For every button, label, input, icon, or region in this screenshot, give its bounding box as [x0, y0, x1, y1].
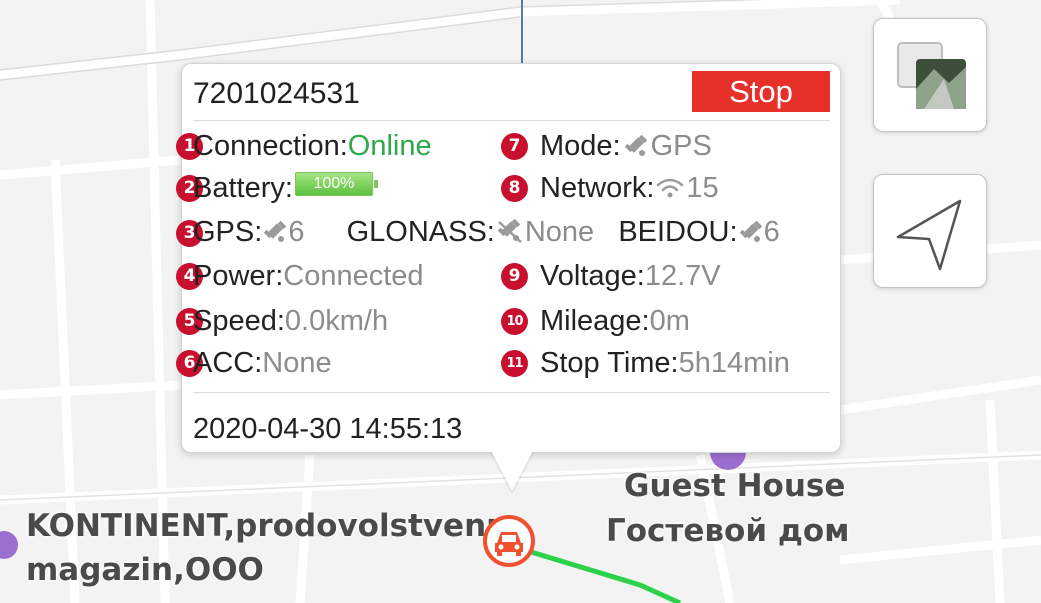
battery-label: Battery: — [193, 172, 293, 204]
stop-time-row: Stop Time:5h14min — [540, 346, 790, 380]
power-value: Connected — [283, 260, 424, 292]
navigate-arrow-icon — [896, 199, 962, 271]
layers-button[interactable] — [873, 18, 987, 132]
layers-icon — [897, 42, 966, 109]
stop-time-value: 5h14min — [678, 347, 790, 379]
place-label-kontinent-line2: magazin,OOO — [26, 552, 264, 588]
speed-label: Speed: — [193, 305, 285, 337]
voltage-value: 12.7V — [644, 260, 721, 292]
stop-button[interactable]: Stop — [692, 71, 830, 112]
acc-value: None — [262, 347, 332, 379]
mode-label: Mode: — [540, 130, 621, 162]
mileage-label: Mileage: — [540, 305, 650, 337]
power-label: Power: — [193, 260, 284, 292]
footer-divider — [193, 392, 830, 393]
header-divider — [193, 120, 830, 121]
gps-value: 6 — [288, 216, 305, 248]
place-label-guest-house-en: Guest House — [624, 468, 846, 504]
power-row: Power:Connected — [193, 259, 424, 293]
mileage-value: 0m — [649, 305, 690, 337]
acc-label: ACC: — [193, 347, 263, 379]
badge-network: 8 — [501, 175, 528, 202]
badge-stop-time: 11 — [501, 350, 528, 377]
acc-row: ACC:None — [193, 346, 332, 380]
satellite-icon — [624, 134, 647, 156]
locate-button[interactable] — [873, 174, 987, 288]
place-label-kontinent-line1: KONTINENT,prodovolstvenn — [26, 508, 509, 544]
popup-pointer — [490, 449, 534, 491]
satellites-row: GPS: 6 GLONASS: None BEIDOU: 6 — [193, 215, 780, 249]
connection-value: Online — [347, 130, 432, 162]
network-label: Network: — [540, 172, 655, 204]
glonass-label: GLONASS: — [346, 216, 495, 248]
glonass-value: None — [524, 216, 595, 248]
speed-value: 0.0km/h — [284, 305, 389, 337]
connection-label: Connection: — [193, 130, 348, 162]
device-info-popup: 7201024531 Stop 1 Connection:Online 2 Ba… — [176, 63, 841, 453]
device-id: 7201024531 — [193, 77, 360, 110]
badge-mileage: 10 — [501, 308, 528, 335]
place-label-guest-house-ru: Гостевой дом — [606, 513, 850, 549]
voltage-label: Voltage: — [540, 260, 645, 292]
voltage-row: Voltage:12.7V — [540, 259, 721, 293]
satellite-icon — [264, 220, 287, 242]
connection-row: Connection:Online — [193, 129, 432, 163]
wifi-icon — [657, 178, 684, 198]
battery-icon: 100% — [294, 172, 378, 196]
battery-value: 100% — [313, 175, 355, 192]
battery-row: Battery: 100% — [193, 171, 378, 205]
network-value: 15 — [686, 172, 719, 204]
mode-value: GPS — [650, 130, 712, 162]
beidou-label: BEIDOU: — [618, 216, 738, 248]
stop-time-label: Stop Time: — [540, 347, 679, 379]
satellite-off-icon — [497, 218, 522, 243]
badge-voltage: 9 — [501, 263, 528, 290]
gps-label: GPS: — [193, 216, 263, 248]
beidou-value: 6 — [763, 216, 780, 248]
mode-row: Mode: GPS — [540, 129, 712, 163]
satellite-icon — [739, 220, 762, 242]
mileage-row: Mileage:0m — [540, 304, 690, 338]
badge-mode: 7 — [501, 133, 528, 160]
network-row: Network: 15 — [540, 171, 719, 205]
speed-row: Speed:0.0km/h — [193, 304, 388, 338]
vehicle-marker[interactable] — [483, 515, 535, 567]
car-icon — [495, 532, 523, 556]
timestamp: 2020-04-30 14:55:13 — [193, 413, 463, 445]
